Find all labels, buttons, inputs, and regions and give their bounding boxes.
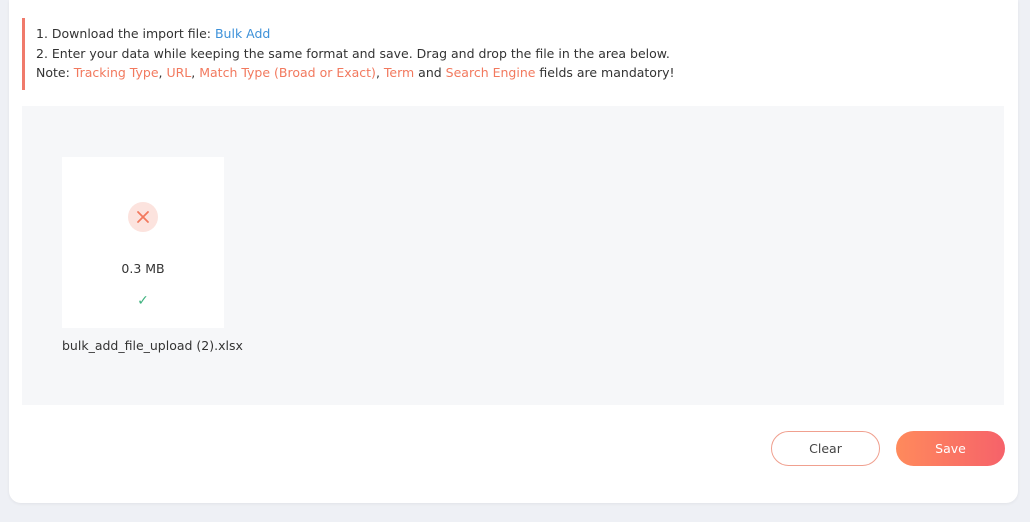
note-prefix: Note: (36, 65, 74, 80)
file-dropzone[interactable]: 0.3 MB ✓ bulk_add_file_upload (2).xlsx (22, 106, 1004, 405)
field-tracking-type: Tracking Type (73, 65, 159, 80)
file-name: bulk_add_file_upload (2).xlsx (62, 338, 243, 353)
import-card: 1. Download the import file: Bulk Add 2.… (9, 0, 1018, 503)
and-text: and (414, 65, 446, 80)
field-term: Term (383, 65, 415, 80)
import-instructions: 1. Download the import file: Bulk Add 2.… (22, 18, 982, 90)
save-button[interactable]: Save (896, 431, 1005, 466)
instruction-line-1: 1. Download the import file: Bulk Add (36, 24, 982, 44)
note-suffix: fields are mandatory! (535, 65, 675, 80)
clear-button[interactable]: Clear (771, 431, 880, 466)
uploaded-file-preview: 0.3 MB ✓ (62, 157, 224, 328)
field-search-engine: Search Engine (445, 65, 536, 80)
bulk-add-download-link[interactable]: Bulk Add (215, 26, 270, 41)
instruction-line-2: 2. Enter your data while keeping the sam… (36, 45, 670, 61)
close-icon[interactable] (128, 202, 158, 232)
mandatory-fields-note: Note: Tracking Type, URL, Match Type (Br… (36, 63, 982, 83)
file-size: 0.3 MB (121, 261, 165, 276)
field-url: URL (166, 65, 192, 80)
check-icon: ✓ (137, 293, 149, 309)
instruction-step-1-text: 1. Download the import file: (36, 26, 215, 41)
separator: , (375, 65, 384, 80)
field-match-type: Match Type (Broad or Exact) (199, 65, 376, 80)
